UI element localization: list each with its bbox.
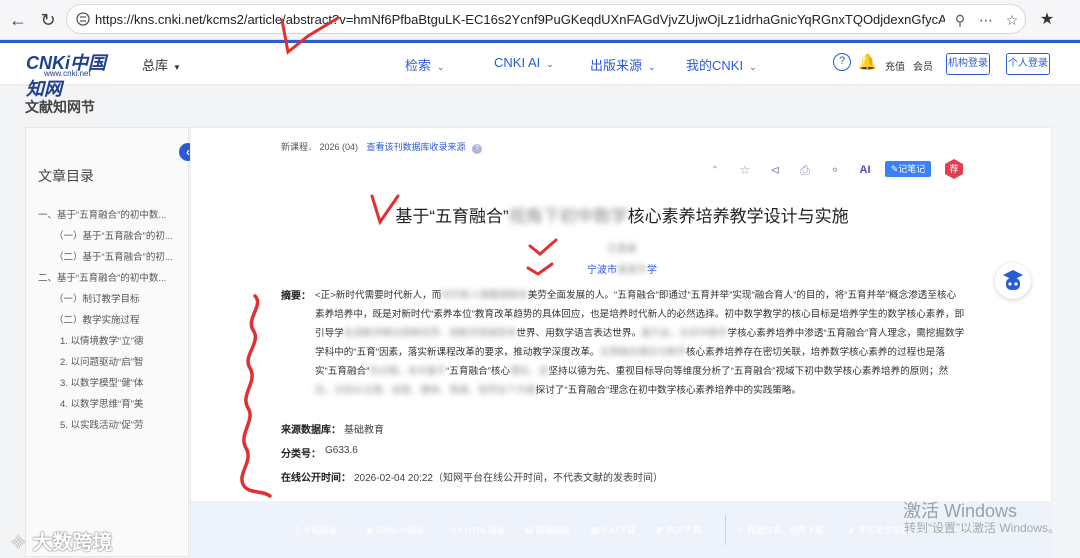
redacted-text: 视角下初中数学: [508, 207, 628, 226]
chevron-down-icon: ⌄: [437, 62, 445, 72]
share-icon[interactable]: ⊲: [767, 162, 783, 178]
affiliation[interactable]: 宁波市某某中学: [191, 261, 1053, 276]
note-button[interactable]: ✎记笔记: [885, 161, 931, 177]
nav-search[interactable]: 检索 ⌄: [405, 55, 445, 74]
journal-issue[interactable]: 新课程． 2026 (04): [281, 142, 358, 152]
zoom-icon[interactable]: ⚲: [951, 11, 969, 29]
source-db-value: 基础教育: [344, 425, 384, 436]
toc-item[interactable]: （二）基于“五育融合”的初...: [54, 249, 178, 263]
address-bar[interactable]: https://kns.cnki.net/kcms2/article/abstr…: [66, 4, 1026, 34]
favorite-icon[interactable]: ☆: [737, 162, 753, 178]
arrow-left-icon[interactable]: ←: [6, 8, 30, 32]
abstract-segment: 坚持以德为先、重视目标导向等维度分析了“五育融合”视域下初中数学核心素养培养的原…: [548, 366, 949, 377]
favorites-icon[interactable]: ★: [1036, 9, 1058, 31]
quote-icon[interactable]: “: [707, 162, 723, 178]
cap-icon: ▲: [846, 525, 856, 535]
caj-icon: ▦: [590, 525, 600, 535]
redacted-text: 的过程。本文基于: [369, 366, 447, 377]
toc-item[interactable]: 4. 以数学思维“育”美: [60, 396, 178, 410]
redacted-text: 后，分别从立德、启智、健体、育美、促劳五个方面: [315, 385, 536, 396]
author-free-download-button[interactable]: ⇩ 我是作者，免费下载: [729, 519, 831, 541]
original-read-button[interactable]: ▤ 原版阅读: [516, 519, 578, 541]
toc-item[interactable]: 2. 以问题驱动“启”智: [60, 354, 178, 368]
page-title: 文献知网节: [25, 99, 95, 115]
org-login-button[interactable]: 机构登录: [946, 53, 990, 75]
chevron-down-icon: ⌄: [749, 62, 757, 72]
source-db-label: 来源数据库：: [281, 425, 341, 436]
watermark-logo: ✧ 大数跨境: [10, 532, 113, 554]
toc-item[interactable]: （一）基于“五育融合”的初...: [54, 228, 178, 242]
article-title: 基于“五育融合”视角下初中数学核心素养培养教学设计与实施: [395, 207, 849, 226]
abstract-segment: <正>新时代需要时代新人，而: [315, 290, 442, 301]
browser-toolbar: ← ↻ https://kns.cnki.net/kcms2/article/a…: [0, 0, 1080, 40]
bell-icon[interactable]: 🔔: [858, 53, 877, 71]
toc-sidebar: 文章目录 一、基于“五育融合”的初中数... （一）基于“五育融合”的初... …: [25, 127, 189, 557]
online-time-label: 在线公开时间：: [281, 473, 351, 484]
redacted-text: 理念，坚: [510, 366, 549, 377]
cnki-logo[interactable]: CNKi中国知网 www.cnki.net: [26, 49, 118, 99]
toc-item[interactable]: 二、基于“五育融合”的初中数...: [38, 270, 178, 284]
toc-item[interactable]: 3. 以数学模型“健”体: [60, 375, 178, 389]
member-link[interactable]: 会员: [913, 58, 933, 73]
site-header: CNKi中国知网 www.cnki.net 总库 ▼ 检索 ⌄ CNKI AI ⌄ 出…: [0, 40, 1080, 99]
assistant-icon[interactable]: [995, 263, 1031, 299]
toc-item[interactable]: 5. 以实践活动“促”劳: [60, 417, 178, 431]
pdf-icon: ◤: [657, 525, 664, 535]
site-info-icon[interactable]: [75, 11, 91, 27]
personal-login-button[interactable]: 个人登录: [1006, 53, 1050, 75]
logo-icon: ✧: [10, 532, 27, 554]
chevron-down-icon: ⌄: [546, 59, 554, 69]
nav-cnki-ai[interactable]: CNKI AI ⌄: [494, 55, 554, 70]
redacted-text: 五育融合理念与数学: [599, 347, 686, 358]
redacted-text: 时代新人需要德智体: [441, 290, 528, 301]
redacted-text: 生用数学眼光观察世界、用数学思维思考: [343, 328, 517, 339]
recharge-link[interactable]: 充值: [885, 58, 905, 73]
article-panel: 新课程． 2026 (04) 查看该刊数据库收录来源 ? “ ☆ ⊲ ⎙ ⚬ A…: [190, 127, 1053, 558]
abstract-segment: “五育融合”核心: [446, 366, 511, 377]
abstract-segment: 探讨了“五育融合”理念在初中数学核心素养培养中的实践策略。: [535, 385, 802, 396]
html-read-button[interactable]: </> HTML阅读: [443, 519, 511, 541]
help-icon[interactable]: ?: [833, 53, 851, 71]
online-time-value: 2026-02-04 20:22（知网平台在线公开时间，不代表文献的发表时间）: [354, 473, 663, 484]
all-databases-dropdown[interactable]: 总库 ▼: [142, 55, 181, 74]
toc-item[interactable]: 一、基于“五育融合”的初中数...: [38, 207, 178, 221]
ai-icon: ◉: [365, 525, 374, 535]
question-icon[interactable]: ?: [472, 144, 483, 154]
redacted-text: 基于此，在初中数学: [641, 328, 728, 339]
pdf-download-button[interactable]: ◤ PDF下载: [648, 519, 710, 541]
db-inclusion-link[interactable]: 查看该刊数据库收录来源: [367, 142, 466, 152]
ai-icon[interactable]: AI: [857, 162, 873, 178]
caj-download-button[interactable]: ▦ CAJ下载: [583, 519, 643, 541]
url-text[interactable]: https://kns.cnki.net/kcms2/article/abstr…: [95, 12, 945, 27]
abstract-text: <正>新时代需要时代新人，而时代新人需要德智体美劳全面发展的人。“五育融合”即通…: [315, 286, 965, 400]
mobile-read-button[interactable]: ▯ 手机阅读: [285, 519, 347, 541]
windows-activation-subtitle: 转到“设置”以激活 Windows。: [904, 521, 1061, 535]
star-icon[interactable]: ☆: [1003, 11, 1021, 29]
toc-item[interactable]: （二）教学实施过程: [54, 312, 178, 326]
classification-value: G633.6: [325, 445, 358, 456]
phone-icon: ▯: [295, 525, 300, 535]
print-icon[interactable]: ⎙: [797, 162, 813, 178]
toc-title: 文章目录: [38, 168, 94, 184]
author-name[interactable]: 王某某: [191, 240, 1053, 255]
nav-my-cnki[interactable]: 我的CNKI ⌄: [686, 55, 757, 74]
toc-item[interactable]: 1. 以情境教学“立”德: [60, 333, 178, 347]
chevron-down-icon: ⌄: [648, 62, 656, 72]
toc-item[interactable]: （一）制订教学目标: [54, 291, 178, 305]
abstract-segment: 世界、用数学语言表达世界。: [516, 328, 642, 339]
divider: [725, 515, 726, 545]
recommend-badge[interactable]: 荐: [945, 159, 963, 179]
reload-icon[interactable]: ↻: [36, 8, 60, 32]
more-icon[interactable]: ⋯: [977, 11, 995, 29]
download-icon: ⇩: [736, 525, 745, 535]
classification-label: 分类号：: [281, 449, 321, 460]
nav-publication-source[interactable]: 出版来源 ⌄: [590, 55, 656, 74]
code-icon: </>: [448, 525, 462, 535]
book-icon: ▤: [524, 525, 533, 535]
abstract-label: 摘要：: [281, 291, 311, 302]
alert-icon[interactable]: ⚬: [827, 162, 843, 178]
source-meta: 新课程． 2026 (04) 查看该刊数据库收录来源 ?: [281, 140, 483, 154]
ai-read-button[interactable]: ◉ CNKI AI阅读: [352, 519, 438, 541]
